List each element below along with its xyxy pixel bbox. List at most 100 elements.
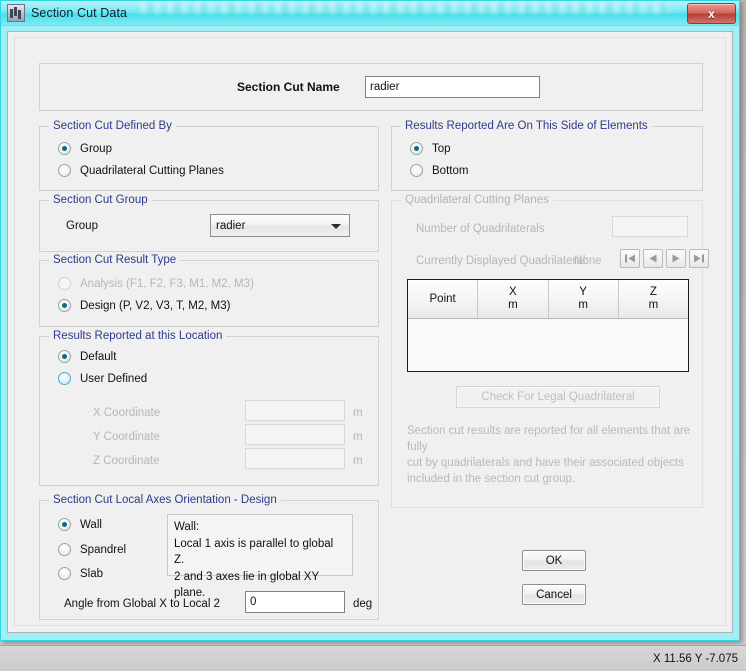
table-column-point: Point bbox=[408, 280, 479, 318]
radio-indicator bbox=[58, 164, 71, 177]
column-title: Y bbox=[579, 286, 587, 298]
radio-axes-spandrel[interactable]: Spandrel bbox=[58, 543, 126, 556]
radio-result-type-analysis[interactable]: Analysis (F1, F2, F3, M1, M2, M3) bbox=[58, 277, 254, 290]
section-cut-name-panel: Section Cut Name radier bbox=[39, 63, 703, 111]
group-select-value: radier bbox=[216, 219, 246, 232]
radio-indicator bbox=[410, 164, 423, 177]
column-title: Point bbox=[429, 292, 456, 305]
group-select[interactable]: radier bbox=[210, 214, 350, 237]
x-coordinate-unit: m bbox=[353, 407, 363, 419]
radio-label: Slab bbox=[80, 567, 104, 580]
radio-location-user-defined[interactable]: User Defined bbox=[58, 372, 147, 385]
section-cut-data-dialog: Section Cut Data x Section Cut Name radi… bbox=[0, 0, 740, 641]
previous-record-icon[interactable] bbox=[643, 249, 663, 268]
column-unit: m bbox=[508, 299, 518, 311]
chevron-down-icon bbox=[331, 223, 341, 229]
radio-label: Quadrilateral Cutting Planes bbox=[80, 164, 224, 177]
radio-label: Top bbox=[432, 142, 451, 155]
current-quad-value: None bbox=[574, 255, 602, 267]
y-coordinate-label: Y Coordinate bbox=[93, 431, 160, 443]
section-cut-group-box: Section Cut Group Group radier bbox=[39, 194, 379, 252]
results-location-group: Results Reported at this Location Defaul… bbox=[39, 330, 379, 486]
section-cut-group-legend: Section Cut Group bbox=[49, 194, 152, 206]
ok-button[interactable]: OK bbox=[522, 550, 586, 571]
radio-axes-slab[interactable]: Slab bbox=[58, 567, 103, 580]
radio-label: Default bbox=[80, 350, 117, 363]
radio-indicator bbox=[58, 299, 71, 312]
radio-axes-wall[interactable]: Wall bbox=[58, 518, 102, 531]
section-cut-name-input[interactable]: radier bbox=[365, 76, 540, 98]
x-coordinate-input[interactable] bbox=[245, 400, 345, 421]
window-title: Section Cut Data bbox=[31, 6, 128, 20]
column-title: X bbox=[509, 286, 517, 298]
column-unit: m bbox=[648, 299, 659, 311]
angle-unit: deg bbox=[353, 598, 373, 610]
radio-label: Design (P, V2, V3, T, M2, M3) bbox=[80, 299, 231, 312]
x-coordinate-label: X Coordinate bbox=[93, 407, 161, 419]
first-record-icon[interactable] bbox=[620, 249, 640, 268]
last-record-icon[interactable] bbox=[689, 249, 709, 268]
desktop-background: Section Cut Data x Section Cut Name radi… bbox=[0, 0, 746, 671]
section-cut-defined-by-group: Section Cut Defined By Group Quadrilater… bbox=[39, 120, 379, 191]
check-legal-quadrilateral-button[interactable]: Check For Legal Quadrilateral bbox=[456, 386, 660, 408]
table-column-y: Y m bbox=[549, 280, 619, 318]
dialog-client-area: Section Cut Name radier Section Cut Defi… bbox=[7, 31, 733, 633]
column-unit: m bbox=[578, 299, 588, 311]
side-of-elements-group: Results Reported Are On This Side of Ele… bbox=[391, 120, 703, 191]
z-coordinate-label: Z Coordinate bbox=[93, 455, 160, 467]
radio-indicator bbox=[58, 543, 71, 556]
radio-label: User Defined bbox=[80, 372, 148, 385]
dialog-inner-panel: Section Cut Name radier Section Cut Defi… bbox=[14, 37, 726, 626]
cancel-button[interactable]: Cancel bbox=[522, 584, 586, 605]
radio-result-type-design[interactable]: Design (P, V2, V3, T, M2, M3) bbox=[58, 299, 230, 312]
local-axes-description: Wall: Local 1 axis is parallel to global… bbox=[167, 514, 353, 599]
number-of-quads-label: Number of Quadrilaterals bbox=[416, 223, 545, 235]
z-coordinate-input[interactable] bbox=[245, 448, 345, 469]
y-coordinate-unit: m bbox=[353, 431, 363, 443]
next-record-icon[interactable] bbox=[666, 249, 686, 268]
radio-indicator bbox=[58, 350, 71, 363]
table-column-z: Z m bbox=[619, 280, 688, 318]
number-of-quads-input[interactable] bbox=[612, 216, 688, 237]
quadrilateral-points-table[interactable]: Point X m Y m Z m bbox=[407, 279, 689, 372]
radio-indicator bbox=[58, 277, 71, 290]
radio-indicator bbox=[58, 567, 71, 580]
z-coordinate-unit: m bbox=[353, 455, 363, 467]
result-type-legend: Section Cut Result Type bbox=[49, 254, 181, 266]
group-field-label: Group bbox=[66, 220, 98, 232]
app-building-icon bbox=[7, 4, 25, 22]
radio-label: Wall bbox=[80, 518, 102, 531]
angle-input[interactable]: 0 bbox=[245, 591, 345, 613]
table-header-row: Point X m Y m Z m bbox=[408, 280, 688, 319]
results-location-legend: Results Reported at this Location bbox=[49, 330, 227, 342]
quad-planes-legend: Quadrilateral Cutting Planes bbox=[401, 194, 553, 206]
radio-location-default[interactable]: Default bbox=[58, 350, 116, 363]
title-bar[interactable]: Section Cut Data x bbox=[1, 1, 739, 26]
column-title: Z bbox=[649, 286, 657, 298]
radio-label: Analysis (F1, F2, F3, M1, M2, M3) bbox=[80, 277, 254, 290]
radio-label: Spandrel bbox=[80, 543, 127, 556]
side-of-elements-legend: Results Reported Are On This Side of Ele… bbox=[401, 120, 652, 132]
status-bar: X 11.56 Y -7.075 bbox=[0, 645, 746, 671]
radio-indicator bbox=[58, 372, 71, 385]
radio-side-top[interactable]: Top bbox=[410, 142, 451, 155]
cursor-coordinates: X 11.56 Y -7.075 bbox=[652, 652, 738, 665]
quad-planes-note: Section cut results are reported for all… bbox=[407, 425, 691, 485]
local-axes-orientation-group: Section Cut Local Axes Orientation - Des… bbox=[39, 494, 379, 620]
radio-indicator bbox=[58, 142, 71, 155]
local-axes-legend: Section Cut Local Axes Orientation - Des… bbox=[49, 494, 281, 506]
close-icon[interactable]: x bbox=[687, 3, 736, 24]
table-column-x: X m bbox=[478, 280, 549, 318]
section-cut-result-type-group: Section Cut Result Type Analysis (F1, F2… bbox=[39, 254, 379, 327]
radio-label: Group bbox=[80, 142, 112, 155]
radio-label: Bottom bbox=[432, 164, 469, 177]
table-body[interactable] bbox=[408, 319, 688, 371]
radio-defined-by-group[interactable]: Group bbox=[58, 142, 112, 155]
y-coordinate-input[interactable] bbox=[245, 424, 345, 445]
radio-defined-by-quad-planes[interactable]: Quadrilateral Cutting Planes bbox=[58, 164, 224, 177]
radio-side-bottom[interactable]: Bottom bbox=[410, 164, 468, 177]
section-cut-defined-by-legend: Section Cut Defined By bbox=[49, 120, 176, 132]
quad-cutting-planes-group: Quadrilateral Cutting Planes Number of Q… bbox=[391, 194, 709, 508]
angle-label: Angle from Global X to Local 2 bbox=[64, 598, 220, 610]
section-cut-name-label: Section Cut Name bbox=[237, 80, 340, 94]
